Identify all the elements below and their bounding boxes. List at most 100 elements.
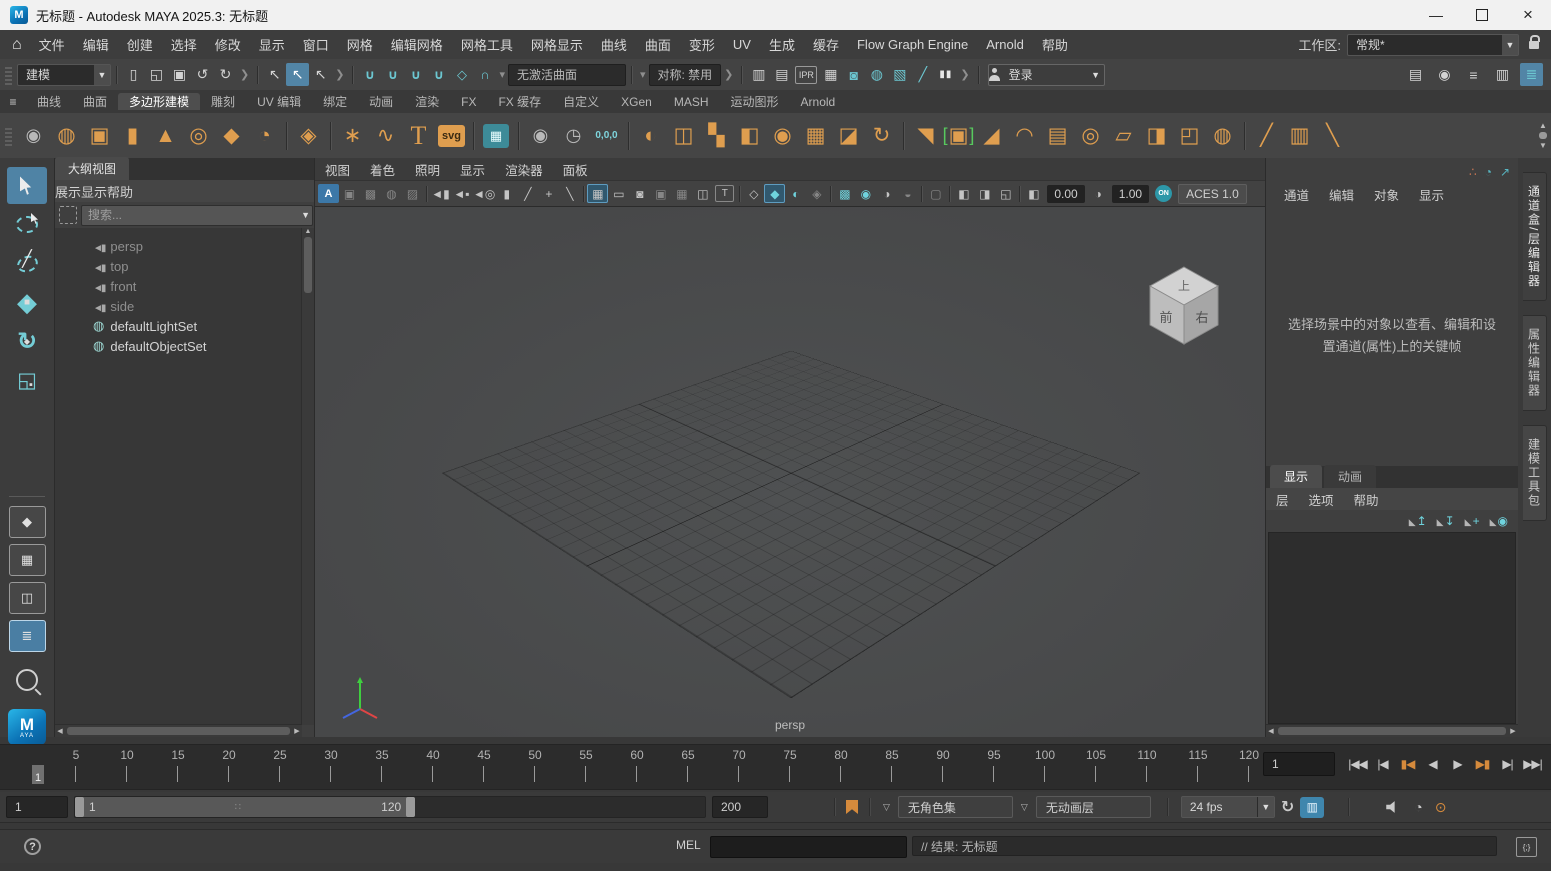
bevel-icon[interactable]: ◢ bbox=[975, 117, 1008, 155]
play-backwards-button[interactable]: ◀ bbox=[1420, 752, 1445, 776]
scroll-down-icon[interactable]: ▼ bbox=[1539, 141, 1547, 150]
shelf-tab-curves[interactable]: 曲线 bbox=[26, 93, 72, 110]
a-badge-icon[interactable]: A bbox=[318, 184, 339, 203]
outliner-menu-item[interactable]: 显示 bbox=[81, 182, 107, 201]
menu-item[interactable]: 选择 bbox=[162, 30, 206, 59]
search-input[interactable] bbox=[81, 205, 313, 226]
scroll-up-icon[interactable]: ▲ bbox=[305, 228, 312, 235]
render-current-frame-icon[interactable]: ▤ bbox=[770, 63, 793, 86]
smooth-icon[interactable]: ◪ bbox=[832, 117, 865, 155]
viewport-menu-item[interactable]: 渲染器 bbox=[495, 158, 553, 180]
auto-keyframe-icon[interactable]: ⊙ bbox=[1435, 799, 1447, 816]
viewport-canvas[interactable]: 上 前 右 persp bbox=[315, 207, 1265, 737]
paint-effects-icon[interactable]: ╱ bbox=[911, 63, 934, 86]
mirror-icon[interactable]: ◧ bbox=[733, 117, 766, 155]
character-controls-toggle-icon[interactable]: ◉ bbox=[1433, 63, 1456, 86]
select-by-object-icon[interactable]: ↖ bbox=[286, 63, 309, 86]
workspace-select[interactable]: 常规* ▼ bbox=[1347, 34, 1519, 56]
outliner-item-side[interactable]: side bbox=[55, 296, 302, 316]
chevron-down-icon[interactable]: ▽ bbox=[1021, 802, 1028, 813]
menu-item[interactable]: 网格 bbox=[338, 30, 382, 59]
animation-end-field[interactable]: 200 bbox=[712, 796, 768, 818]
super-shape-icon[interactable]: ∗ bbox=[336, 117, 369, 155]
range-grip[interactable]: ∷ bbox=[101, 802, 376, 813]
poly-sphere-icon[interactable]: ◍ bbox=[50, 117, 83, 155]
shelf-tab-motion-graphics[interactable]: 运动图形 bbox=[720, 93, 790, 110]
ssao-icon[interactable]: ◒ bbox=[897, 184, 918, 203]
home-icon[interactable]: ⌂ bbox=[12, 36, 22, 54]
menu-item[interactable]: Arnold bbox=[977, 30, 1033, 59]
poly-torus-icon[interactable]: ◎ bbox=[182, 117, 215, 155]
login-select[interactable]: 登录 ▼ bbox=[988, 64, 1105, 86]
colorspace-badge[interactable]: ACES 1.0 bbox=[1178, 184, 1247, 204]
open-scene-icon[interactable]: ◱ bbox=[145, 63, 168, 86]
viewport-menu-item[interactable]: 显示 bbox=[450, 158, 495, 180]
playback-speed-icon[interactable]: ◔ bbox=[1414, 799, 1422, 815]
shade-toggle-icon[interactable]: ▩ bbox=[360, 184, 381, 203]
group-expander-icon[interactable]: ❯ bbox=[335, 68, 344, 81]
extrude-icon[interactable]: ◥ bbox=[909, 117, 942, 155]
combine-icon[interactable]: ◫ bbox=[667, 117, 700, 155]
bevel-selected-icon[interactable]: ▣ bbox=[942, 117, 975, 155]
menu-item[interactable]: UV bbox=[724, 30, 760, 59]
search-icon[interactable] bbox=[16, 669, 38, 691]
outliner-item-persp[interactable]: persp bbox=[55, 236, 302, 256]
scroll-thumb[interactable] bbox=[1539, 132, 1547, 139]
speed-state-icon[interactable]: ◔ bbox=[1485, 165, 1492, 179]
outliner-vertical-scrollbar[interactable]: ▲ bbox=[301, 228, 314, 725]
uv-editor-toggle-icon[interactable]: ▥ bbox=[1491, 63, 1514, 86]
outliner-menu-item[interactable]: 展示 bbox=[55, 182, 81, 201]
chevron-down-icon[interactable]: ▽ bbox=[883, 802, 890, 813]
gate-mask-icon[interactable]: ▣ bbox=[650, 184, 671, 203]
menu-item[interactable]: 变形 bbox=[680, 30, 724, 59]
character-set-select[interactable]: 无角色集 bbox=[898, 796, 1013, 818]
symmetry-field[interactable]: 对称: 禁用 bbox=[649, 64, 722, 86]
render-setup-icon[interactable]: ◍ bbox=[865, 63, 888, 86]
timeline-ruler[interactable]: 1 51015202530354045505560657075808590951… bbox=[25, 745, 1249, 789]
shelf-tab-surfaces[interactable]: 曲面 bbox=[72, 93, 118, 110]
mute-audio-icon[interactable] bbox=[1386, 801, 1400, 814]
shelf-tab-fx-caching[interactable]: FX 缓存 bbox=[487, 93, 552, 110]
chevron-down-icon[interactable]: ▾ bbox=[640, 68, 646, 81]
step-back-key-button[interactable]: ▮◀ bbox=[1395, 752, 1420, 776]
shelf-tab-xgen[interactable]: XGen bbox=[610, 95, 663, 109]
scale-tool-button[interactable] bbox=[7, 362, 47, 399]
shadows-icon[interactable]: ◑ bbox=[876, 184, 897, 203]
step-forward-key-button[interactable]: ▶▮ bbox=[1470, 752, 1495, 776]
safe-action-icon[interactable]: ◫ bbox=[692, 184, 713, 203]
textured-icon[interactable]: ▩ bbox=[834, 184, 855, 203]
layer-tab-display[interactable]: 显示 bbox=[1270, 465, 1322, 488]
menu-set-select[interactable]: 建模 ▼ bbox=[17, 64, 111, 86]
circularize-icon[interactable]: ◎ bbox=[1074, 117, 1107, 155]
layout-split-panes-button[interactable]: ◫ bbox=[9, 582, 46, 614]
multi-cut-icon[interactable]: ▥ bbox=[1283, 117, 1316, 155]
modeling-toolkit-toggle-icon[interactable]: ▤ bbox=[1404, 63, 1427, 86]
separate-icon[interactable]: ▚ bbox=[700, 117, 733, 155]
view-cube[interactable]: 上 前 右 bbox=[1145, 262, 1223, 348]
hypershade-icon[interactable]: ◙ bbox=[842, 63, 865, 86]
shelf-menu-icon[interactable]: ≡ bbox=[0, 90, 26, 113]
group-expander-icon[interactable]: ❯ bbox=[724, 68, 733, 81]
outliner-item-defaultlightset[interactable]: defaultLightSet bbox=[55, 316, 302, 336]
layer-editor-horizontal-scrollbar[interactable]: ◀ ▶ bbox=[1266, 724, 1518, 737]
safe-title-icon[interactable]: T bbox=[715, 185, 734, 202]
channel-box-toggle-icon[interactable]: ≣ bbox=[1520, 63, 1543, 86]
group-expander-icon[interactable]: ❯ bbox=[240, 68, 249, 81]
retopologize-icon[interactable]: ↻ bbox=[865, 117, 898, 155]
all-lights-icon[interactable]: ◉ bbox=[855, 184, 876, 203]
svg-icon[interactable]: svg bbox=[438, 125, 465, 147]
ipr-render-icon[interactable]: IPR bbox=[795, 66, 817, 84]
tab-attribute-editor[interactable]: 属性编辑器 bbox=[1523, 315, 1547, 411]
bookmark-icon[interactable] bbox=[846, 800, 858, 814]
graph-editor-icon[interactable]: ↗ bbox=[1500, 165, 1510, 179]
outliner-item-top[interactable]: top bbox=[55, 256, 302, 276]
type-editor-icon[interactable]: ▦ bbox=[483, 124, 509, 148]
boolean-icon[interactable]: ◐ bbox=[634, 117, 667, 155]
outliner-tab[interactable]: 大纲视图 bbox=[55, 157, 129, 180]
current-time-field[interactable]: 1 bbox=[1263, 752, 1335, 776]
lock-camera-icon[interactable]: ◄▪ bbox=[451, 184, 472, 203]
tab-modeling-toolkit[interactable]: 建模工具包 bbox=[1523, 425, 1547, 521]
poly-plane-icon[interactable]: ◆ bbox=[215, 117, 248, 155]
xray-icon[interactable]: ◧ bbox=[953, 184, 974, 203]
exposure-field[interactable]: 0.00 bbox=[1047, 185, 1084, 203]
